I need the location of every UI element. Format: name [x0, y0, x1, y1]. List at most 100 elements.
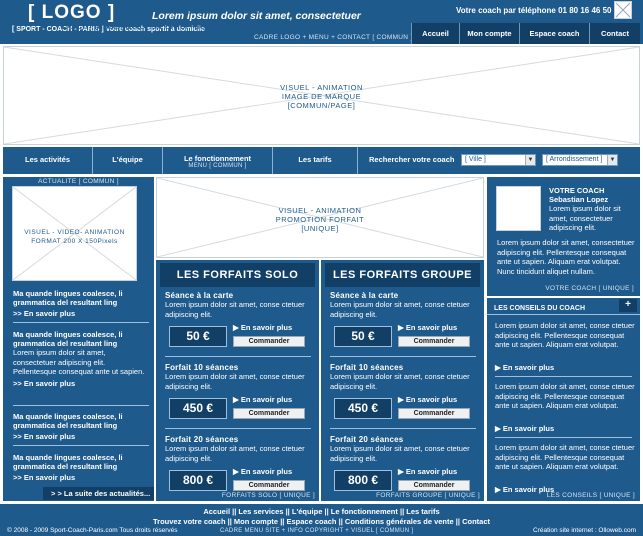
news-item-more-link[interactable]: >> En savoir plus	[13, 432, 149, 441]
banner-caption-line: [COMMUN/PAGE]	[287, 101, 356, 110]
coach-photo[interactable]	[496, 186, 541, 231]
topnav-accueil[interactable]: Accueil	[411, 23, 459, 44]
news-item-title[interactable]: Ma quande lingues coalesce, li grammatic…	[13, 330, 149, 348]
footer-link-fonctionnement[interactable]: Le fonctionnement	[331, 507, 398, 516]
forfait-more-link[interactable]: ▶ En savoir plus	[398, 467, 457, 476]
footer-link-contact[interactable]: Contact	[462, 517, 490, 526]
footer-link-tarifs[interactable]: Les tarifs	[406, 507, 439, 516]
close-icon[interactable]	[614, 1, 632, 19]
commander-button[interactable]: Commander	[233, 336, 305, 347]
news-item: Ma quande lingues coalesce, li grammatic…	[13, 330, 149, 388]
footer-separator: ||	[338, 517, 343, 526]
footer-links-row2: Trouvez votre coach || Mon compte || Esp…	[0, 517, 643, 526]
footer-separator: ||	[455, 517, 460, 526]
forfait-more-link[interactable]: ▶ En savoir plus	[233, 395, 292, 404]
more-label: En savoir plus	[240, 323, 293, 332]
nav-label: Les activités	[24, 155, 71, 164]
footer-link-mon-compte[interactable]: Mon compte	[234, 517, 278, 526]
promo-caption-line: [UNIQUE]	[301, 224, 339, 233]
city-select-value: [ Ville ]	[465, 156, 486, 163]
footer-link-trouvez-coach[interactable]: Trouvez votre coach	[153, 517, 226, 526]
more-label: En savoir plus	[502, 363, 555, 372]
plus-icon[interactable]: +	[619, 299, 637, 312]
tip-more-link[interactable]: ▶ En savoir plus	[495, 363, 554, 372]
forfait-more-link[interactable]: ▶ En savoir plus	[398, 395, 457, 404]
topnav-contact[interactable]: Contact	[589, 23, 640, 44]
nav-label: Le fonctionnement	[183, 154, 252, 163]
news-item-title[interactable]: Ma quande lingues coalesce, li grammatic…	[13, 453, 149, 471]
forfait-name: Séance à la carte	[330, 291, 399, 300]
divider	[487, 314, 640, 315]
divider	[165, 428, 311, 429]
footer-link-cgv[interactable]: Conditions générales de vente	[345, 517, 454, 526]
commander-button[interactable]: Commander	[233, 480, 305, 491]
divider	[13, 445, 149, 446]
forfait-desc: Lorem ipsum dolor sit amet, conse ctetue…	[165, 372, 305, 391]
footer-credit[interactable]: Création site internet : Olloweb.com	[533, 527, 636, 534]
footer-link-espace-coach[interactable]: Espace coach	[286, 517, 336, 526]
coach-text: Lorem ipsum dolor sit amet, consectetuer…	[497, 238, 635, 276]
commander-button[interactable]: Commander	[398, 408, 470, 419]
nav-label: L'équipe	[112, 155, 143, 164]
main-nav: Les activités L'équipe Le fonctionnement…	[3, 147, 640, 174]
forfait-more-link[interactable]: ▶ En savoir plus	[233, 323, 292, 332]
topnav-espace-coach[interactable]: Espace coach	[519, 23, 589, 44]
news-item-title[interactable]: Ma quande lingues coalesce, li grammatic…	[13, 412, 149, 430]
coach-tips-panel: LES CONSEILS DU COACH + Lorem ipsum dolo…	[487, 298, 640, 501]
city-select[interactable]: [ Ville ] ▼	[461, 154, 536, 166]
footer-link-accueil[interactable]: Accueil	[203, 507, 230, 516]
forfait-name: Forfait 20 séances	[330, 435, 404, 444]
forfait-more-link[interactable]: ▶ En savoir plus	[233, 467, 292, 476]
district-select[interactable]: [ Arrondissement ] ▼	[542, 154, 618, 166]
nav-tarifs[interactable]: Les tarifs	[273, 147, 358, 174]
coach-info: VOTRE COACH Sebastian Lopez Lorem ipsum …	[549, 186, 637, 233]
news-all-link[interactable]: > > La suite des actualités...	[43, 487, 154, 500]
footer-separator: ||	[399, 507, 405, 516]
tip-more-link[interactable]: ▶ En savoir plus	[495, 424, 554, 433]
news-item-more-link[interactable]: >> En savoir plus	[13, 379, 149, 388]
commander-button[interactable]: Commander	[398, 480, 470, 491]
site-footer: Accueil || Les services || L'équipe || L…	[0, 504, 643, 536]
promo-caption-line: PROMOTION FORFAIT	[275, 215, 365, 224]
forfaits-groupe-panel: LES FORFAITS GROUPE Séance à la carte Lo…	[321, 260, 484, 501]
news-video-visual[interactable]: VISUEL - VIDEO- ANIMATION FORMAT 200 X 1…	[12, 186, 137, 281]
nav-sub-note: MENU [ COMMUN ]	[188, 163, 247, 169]
forfait-desc: Lorem ipsum dolor sit amet, conse ctetue…	[165, 300, 305, 319]
nav-fonctionnement[interactable]: Le fonctionnement MENU [ COMMUN ]	[163, 147, 273, 174]
tip-text: Lorem ipsum dolor sit amet, conse ctetue…	[495, 321, 635, 349]
divider	[495, 437, 632, 438]
header-note: CADRE LOGO + MENU + CONTACT [ COMMUN ]	[254, 34, 413, 41]
news-item: Ma quande lingues coalesce, li grammatic…	[13, 289, 149, 318]
forfait-desc: Lorem ipsum dolor sit amet, conse ctetue…	[165, 444, 305, 463]
footer-separator: ||	[285, 507, 290, 516]
commander-button[interactable]: Commander	[398, 336, 470, 347]
nav-activites[interactable]: Les activités	[3, 147, 93, 174]
topnav-mon-compte[interactable]: Mon compte	[459, 23, 519, 44]
forfait-price: 50 €	[334, 326, 392, 347]
forfait-more-link[interactable]: ▶ En savoir plus	[398, 323, 457, 332]
news-header: ACTUALITE [ COMMUN ]	[38, 178, 119, 185]
divider	[330, 356, 476, 357]
footer-link-equipe[interactable]: L'équipe	[292, 507, 323, 516]
coach-tips-note: LES CONSEILS [ UNIQUE ]	[546, 492, 635, 499]
nav-equipe[interactable]: L'équipe	[93, 147, 163, 174]
commander-button[interactable]: Commander	[233, 408, 305, 419]
footer-links-row1: Accueil || Les services || L'équipe || L…	[0, 507, 643, 516]
forfaits-solo-title: LES FORFAITS SOLO	[160, 263, 315, 287]
tip-more-link[interactable]: ▶ En savoir plus	[495, 485, 554, 494]
footer-copyright: © 2008 - 2009 Sport-Coach-Paris.com Tous…	[7, 527, 178, 534]
news-item: Ma quande lingues coalesce, li grammatic…	[13, 412, 149, 441]
footer-link-services[interactable]: Les services	[238, 507, 283, 516]
coach-tips-title: LES CONSEILS DU COACH	[494, 305, 586, 312]
news-item-more-link[interactable]: >> En savoir plus	[13, 309, 149, 318]
news-item-title[interactable]: Ma quande lingues coalesce, li grammatic…	[13, 289, 149, 307]
divider	[13, 405, 149, 406]
forfait-price: 800 €	[169, 470, 227, 491]
video-caption-line: VISUEL - VIDEO- ANIMATION	[24, 229, 125, 236]
more-label: En savoir plus	[405, 323, 458, 332]
promo-visual[interactable]: VISUEL - ANIMATION PROMOTION FORFAIT [UN…	[156, 177, 484, 258]
forfaits-groupe-title: LES FORFAITS GROUPE	[325, 263, 480, 287]
divider	[495, 376, 632, 377]
coach-name[interactable]: Sebastian Lopez	[549, 195, 637, 204]
news-item-more-link[interactable]: >> En savoir plus	[13, 473, 149, 482]
